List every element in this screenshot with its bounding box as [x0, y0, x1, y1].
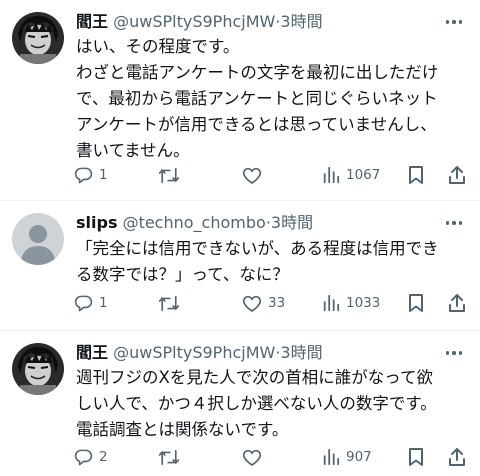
views-icon [323, 294, 340, 312]
views-button[interactable]: 1033 [322, 290, 380, 316]
tweet-header: 閻王 @uwSPltyS9PhcjMW·3時間 [76, 10, 444, 34]
more-icon[interactable] [442, 343, 466, 363]
bookmark-button[interactable] [408, 290, 424, 316]
display-name[interactable]: slips [76, 213, 117, 232]
retweet-button[interactable] [158, 444, 186, 470]
like-button[interactable]: 33 [242, 290, 285, 316]
user-handle[interactable]: @uwSPltyS9PhcjMW [113, 343, 275, 362]
action-bar: 1 33 1033 [66, 290, 472, 316]
timestamp[interactable]: 3時間 [280, 12, 322, 31]
tweet-text: はい、その程度です。 わざと電話アンケートの文字を最初に出しただけ で、最初から… [76, 34, 470, 164]
tweet-3[interactable]: 閻王 @uwSPltyS9PhcjMW·3時間 週刊フジのXを見た人で次の首相に… [0, 331, 480, 476]
text-line: しい人で、かつ４択しか選べない人の数字です。 [76, 394, 437, 413]
like-icon [242, 449, 262, 466]
reply-count: 1 [99, 295, 108, 311]
action-bar: 1 1067 [66, 162, 472, 188]
reply-count: 2 [99, 449, 108, 465]
retweet-icon [158, 167, 180, 183]
views-icon [323, 448, 340, 466]
retweet-button[interactable] [158, 162, 186, 188]
avatar[interactable] [12, 213, 64, 265]
text-line: 電話調査とは関係ないです。 [76, 420, 289, 439]
like-button[interactable] [242, 162, 268, 188]
display-name[interactable]: 閻王 [76, 12, 108, 31]
bookmark-button[interactable] [408, 444, 424, 470]
bookmark-button[interactable] [408, 162, 424, 188]
like-icon [242, 167, 262, 184]
share-button[interactable] [448, 162, 466, 188]
tweet-text: 週刊フジのXを見た人で次の首相に誰がなって欲 しい人で、かつ４択しか選べない人の… [76, 365, 470, 443]
retweet-icon [158, 449, 180, 465]
tweet-header: 閻王 @uwSPltyS9PhcjMW·3時間 [76, 341, 444, 365]
share-button[interactable] [448, 444, 466, 470]
display-name[interactable]: 閻王 [76, 343, 108, 362]
avatar[interactable] [12, 12, 64, 64]
more-icon[interactable] [442, 12, 466, 32]
share-button[interactable] [448, 290, 466, 316]
tweet-text: 「完全には信用できないが、ある程度は信用でき る数字では？」って、なに？ [76, 236, 470, 288]
avatar[interactable] [12, 343, 64, 395]
text-line: 週刊フジのXを見た人で次の首相に誰がなって欲 [76, 368, 433, 387]
timestamp[interactable]: 3時間 [271, 213, 313, 232]
user-handle[interactable]: @techno_chombo [123, 213, 266, 232]
like-count: 33 [268, 295, 286, 311]
reply-button[interactable]: 1 [74, 290, 108, 316]
text-line: で、最初から電話アンケートと同じぐらいネット [76, 89, 438, 108]
text-line: わざと電話アンケートの文字を最初に出しただけ [76, 63, 439, 82]
reply-button[interactable]: 2 [74, 444, 108, 470]
share-icon [449, 294, 465, 312]
bookmark-icon [409, 294, 423, 312]
view-count: 1067 [346, 167, 381, 183]
text-line: アンケートが信用できるとは思っていませんし、 [76, 115, 437, 134]
retweet-button[interactable] [158, 290, 186, 316]
timestamp[interactable]: 3時間 [280, 343, 322, 362]
retweet-icon [158, 295, 180, 311]
text-line: 「完全には信用できないが、ある程度は信用でき [76, 239, 439, 258]
reply-icon [74, 295, 93, 311]
reply-icon [74, 167, 93, 183]
more-icon[interactable] [442, 213, 466, 233]
tweet-2[interactable]: slips @techno_chombo·3時間 「完全には信用できないが、ある… [0, 201, 480, 330]
reply-icon [74, 449, 93, 465]
text-line: る数字では？」って、なに？ [76, 265, 289, 284]
views-icon [323, 166, 340, 184]
action-bar: 2 907 [66, 444, 472, 470]
tweet-header: slips @techno_chombo·3時間 [76, 211, 444, 235]
reply-button[interactable]: 1 [74, 162, 108, 188]
tweet-1[interactable]: 閻王 @uwSPltyS9PhcjMW·3時間 はい、その程度です。 わざと電話… [0, 0, 480, 200]
view-count: 1033 [346, 295, 381, 311]
views-button[interactable]: 907 [322, 444, 372, 470]
share-icon [449, 166, 465, 184]
reply-count: 1 [99, 167, 108, 183]
share-icon [449, 448, 465, 466]
bookmark-icon [409, 448, 423, 466]
text-line: 書いてません。 [76, 141, 190, 160]
like-button[interactable] [242, 444, 268, 470]
bookmark-icon [409, 166, 423, 184]
text-line: はい、その程度です。 [76, 37, 240, 56]
views-button[interactable]: 1067 [322, 162, 380, 188]
like-icon [242, 295, 262, 312]
user-handle[interactable]: @uwSPltyS9PhcjMW [113, 12, 275, 31]
view-count: 907 [346, 449, 372, 465]
